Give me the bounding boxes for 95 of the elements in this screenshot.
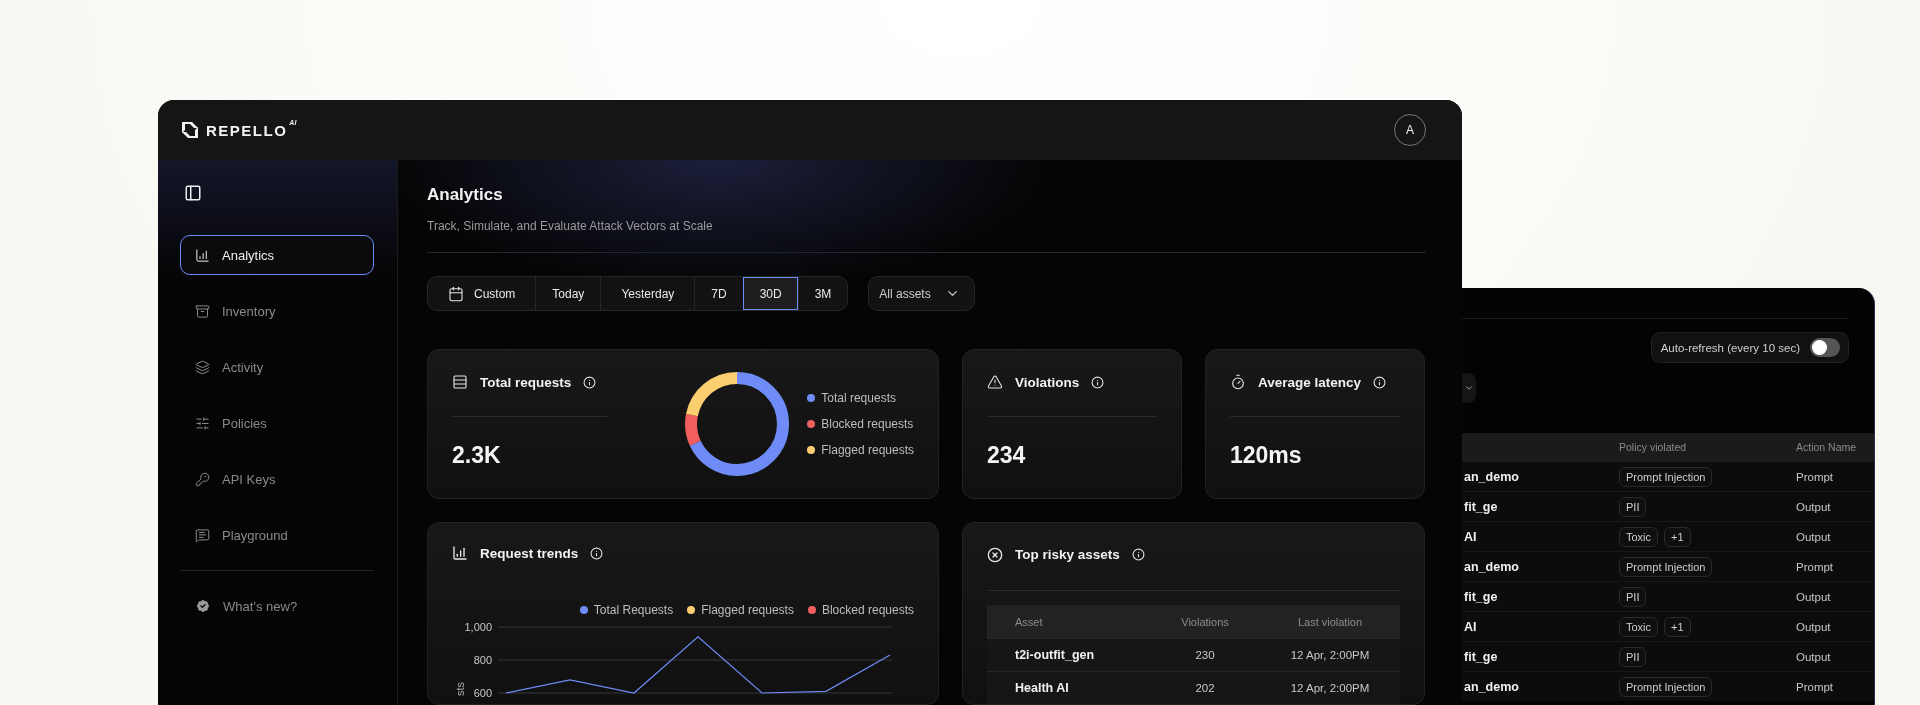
tick-label: 800 (473, 654, 492, 666)
range-tab[interactable]: 3M (797, 277, 848, 310)
column-header: Asset (1015, 615, 1043, 628)
table-cell: Output (1796, 530, 1831, 543)
policy-tag: +1 (1664, 526, 1691, 547)
logo-icon (180, 121, 200, 139)
table-cell: 230 (1195, 649, 1215, 661)
table-cell: Prompt (1796, 560, 1834, 573)
table-cell: Output (1796, 590, 1831, 603)
message-icon (195, 527, 210, 543)
policy-tag: Prompt Injection (1619, 556, 1713, 577)
info-icon[interactable] (1091, 375, 1105, 389)
card-title: Top risky assets (1015, 547, 1120, 562)
sliders-icon (195, 415, 210, 431)
chevron-icon (1464, 383, 1474, 393)
sidebar-item[interactable]: Analytics (180, 235, 374, 275)
badge-check-icon (195, 598, 211, 614)
toggle-switch[interactable] (1810, 338, 1840, 357)
legend-label: Flagged requests (701, 603, 794, 617)
axis-label: sts (454, 681, 466, 697)
stat-value: 234 (987, 442, 1026, 469)
policy-tag: Toxic (1619, 526, 1659, 547)
policy-tag: Prompt Injection (1619, 466, 1713, 487)
card-title: Violations (1015, 374, 1080, 390)
table-cell: Output (1796, 500, 1831, 513)
archive-icon (195, 303, 210, 319)
table-cell: fit_ge (1464, 589, 1498, 604)
stat-value: 120ms (1230, 442, 1302, 469)
table-cell: Health AI (1015, 681, 1069, 695)
policy-tag: PII (1619, 646, 1647, 667)
sidebar-item[interactable]: Playground (180, 515, 374, 555)
card-title: Average latency (1258, 374, 1362, 390)
brand-name: REPELLO (206, 121, 288, 139)
policy-tag: PII (1619, 586, 1647, 607)
legend-label: Total requests (821, 391, 896, 405)
tick-label: 1,000 (464, 621, 492, 633)
close-circle-icon (987, 546, 1003, 563)
asset-dropdown[interactable]: All assets (868, 276, 975, 311)
table-cell: t2i-outfit_gen (1015, 648, 1095, 662)
sidebar-item[interactable]: Inventory (180, 291, 374, 331)
table-cell: an_demo (1464, 679, 1519, 694)
column-header: Policy violated (1619, 441, 1688, 453)
page-subtitle: Track, Simulate, and Evaluate Attack Vectors at Scale (427, 218, 713, 234)
table-cell: Prompt (1796, 680, 1834, 693)
card-title: Request trends (480, 545, 579, 561)
chart-icon (452, 545, 468, 561)
info-icon[interactable] (1131, 548, 1145, 561)
range-tab[interactable]: 30D (742, 277, 798, 310)
table-cell: 12 Apr, 2:00PM (1290, 649, 1370, 661)
table-cell: Prompt (1796, 470, 1834, 483)
sidebar-item[interactable]: What’s new? (180, 586, 374, 626)
policy-tag: +1 (1664, 616, 1691, 637)
range-tab[interactable]: Today (535, 277, 601, 310)
table-cell: Output (1796, 620, 1831, 633)
legend-label: Blocked requests (821, 603, 914, 617)
legend-label: Blocked requests (821, 417, 914, 431)
policy-tag: Prompt Injection (1619, 676, 1713, 697)
timer-icon (1230, 374, 1246, 390)
policy-tag: Toxic (1619, 616, 1659, 637)
column-header: Last violation (1297, 615, 1363, 628)
table-cell: 202 (1195, 682, 1215, 694)
sidebar-item[interactable]: Activity (180, 347, 374, 387)
page-title: Analytics (427, 184, 503, 206)
table-cell: 12 Apr, 2:00PM (1290, 682, 1370, 694)
sidebar-item[interactable]: Policies (180, 403, 374, 443)
range-tab[interactable]: 7D (694, 277, 743, 310)
chart-icon (195, 247, 210, 263)
table-cell: an_demo (1464, 559, 1519, 574)
info-icon[interactable] (583, 375, 597, 389)
layers-icon (195, 359, 210, 375)
column-header: Action Name (1796, 441, 1858, 453)
legend-label: Total Requests (593, 603, 674, 617)
column-header: Violations (1181, 615, 1229, 628)
table-cell: fit_ge (1464, 499, 1498, 514)
info-icon[interactable] (590, 546, 604, 560)
rows-icon (452, 374, 468, 390)
sidebar-item[interactable]: API Keys (180, 459, 374, 499)
table-cell: AI (1464, 619, 1477, 634)
card-title: Total requests (480, 374, 572, 390)
table-cell: Output (1796, 650, 1831, 663)
warning-icon (987, 374, 1003, 390)
calendar-icon (448, 285, 464, 302)
key-icon (195, 471, 210, 487)
range-tab[interactable]: Custom (428, 277, 536, 310)
auto-refresh-label: Auto-refresh (every 10 sec) (1660, 341, 1800, 354)
legend-label: Flagged requests (821, 443, 914, 457)
table-cell: fit_ge (1464, 649, 1498, 664)
sidebar-toggle-icon[interactable] (184, 184, 202, 202)
info-icon[interactable] (1373, 375, 1387, 389)
table-cell: AI (1464, 529, 1477, 544)
range-tab[interactable]: Yesterday (600, 277, 695, 310)
tick-label: 600 (473, 687, 492, 699)
table-cell: an_demo (1464, 469, 1519, 484)
stat-value: 2.3K (452, 442, 501, 469)
policy-tag: PII (1619, 496, 1647, 517)
